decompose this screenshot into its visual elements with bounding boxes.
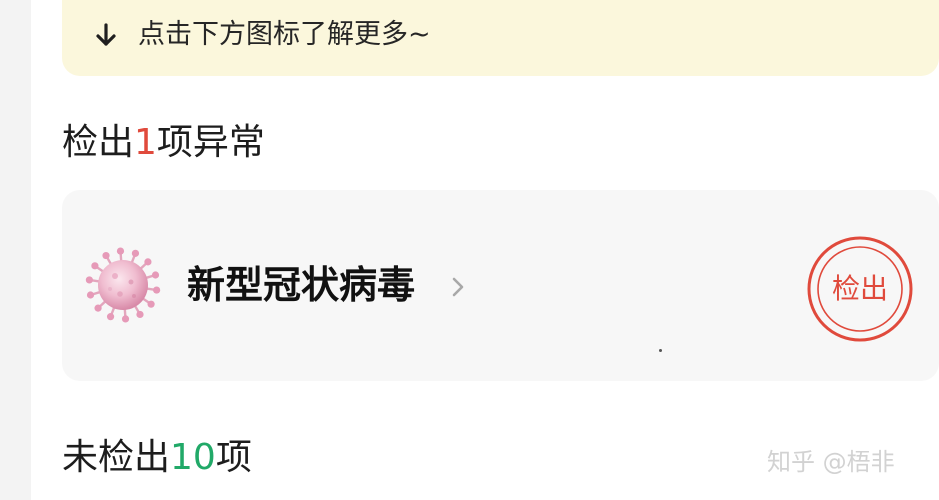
virus-spike-tip (102, 251, 110, 260)
virus-spike-tip (86, 291, 95, 299)
undetected-prefix: 未检出 (62, 437, 171, 478)
virus-spike-tip (121, 315, 130, 323)
undetected-count: 10 (170, 437, 216, 478)
undetected-heading: 未检出10项 (62, 436, 252, 480)
watermark: 知乎 @梧非 (767, 448, 895, 476)
virus-spike-tip (91, 262, 99, 270)
chevron-right-icon[interactable] (449, 276, 467, 298)
result-name[interactable]: 新型冠状病毒 (187, 262, 415, 308)
virus-spike-tip (153, 286, 161, 294)
detected-prefix: 检出 (62, 122, 135, 163)
dust-speck (659, 349, 662, 352)
virus-spike-tip (85, 276, 93, 284)
detected-suffix: 项异常 (156, 122, 265, 163)
virus-spike-tip (136, 310, 144, 319)
virus-spike-tip (106, 313, 115, 321)
undetected-suffix: 项 (215, 437, 252, 478)
detected-heading: 检出1项异常 (62, 121, 265, 165)
arrow-down-icon (96, 23, 116, 46)
tip-text: 点击下方图标了解更多~ (138, 19, 431, 50)
virus-spike-tip (131, 249, 140, 257)
virus-spike-tip (147, 300, 155, 308)
virus-spike-tip (144, 258, 152, 266)
virus-spike-tip (94, 304, 102, 312)
virus-spike-tip (116, 247, 125, 255)
virus-spike-tip (151, 271, 160, 279)
detected-count: 1 (134, 122, 157, 163)
virus-icon (85, 247, 161, 323)
status-label: 检出 (831, 272, 888, 305)
